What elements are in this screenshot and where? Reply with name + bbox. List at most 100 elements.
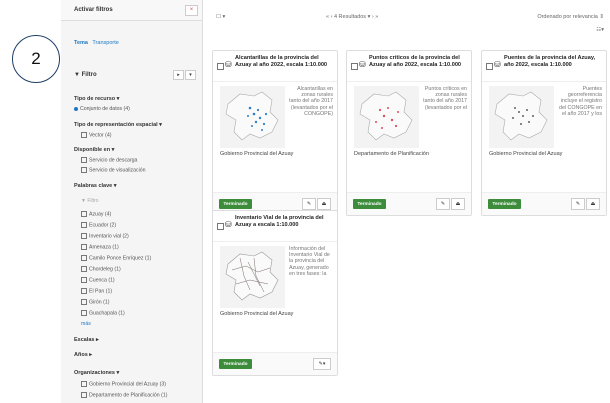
- filter-collapse-button[interactable]: ▾: [185, 70, 196, 80]
- keyword-option[interactable]: Inventario vial (2): [81, 233, 129, 239]
- keyword-option[interactable]: Guachapala (1): [81, 310, 125, 316]
- option-conjunto-datos[interactable]: Conjunto de datos (4): [74, 106, 130, 112]
- card-organization: Gobierno Provincial del Azuay: [220, 311, 294, 317]
- section-organizaciones[interactable]: Organizaciones ▾: [74, 370, 119, 376]
- filter-expand-button[interactable]: ▸: [173, 70, 184, 80]
- more-keywords-link[interactable]: más: [81, 321, 91, 327]
- section-disponible[interactable]: Disponible en ▾: [74, 147, 114, 153]
- tab-transporte[interactable]: Transporte: [92, 40, 118, 46]
- sidebar-header: Activar filtros ×: [61, 0, 202, 21]
- filter-header: ▼ Filtro: [74, 72, 97, 78]
- checkbox-icon: [81, 299, 87, 305]
- status-badge: Terminado: [353, 199, 386, 209]
- checkbox-icon: [81, 255, 87, 261]
- status-badge: Terminado: [219, 199, 252, 209]
- filter-sidebar: Activar filtros × Tema Transporte ▼ Filt…: [61, 0, 203, 403]
- card-organization: Departamento de Planificación: [354, 151, 429, 157]
- results-toolbar: ☐ ▾ « ‹ 4 Resultados ▾ › » Ordenado por …: [211, 14, 606, 33]
- result-card[interactable]: ⛁ Inventario Vial de la provincia del Az…: [212, 210, 338, 376]
- card-title[interactable]: Puntos críticos de la provincia del Azua…: [369, 55, 469, 68]
- download-button[interactable]: ⏏: [586, 198, 600, 210]
- card-checkbox[interactable]: [486, 63, 493, 70]
- map-thumbnail[interactable]: [220, 86, 285, 148]
- checkbox-icon: [81, 167, 87, 173]
- section-tipo-recurso[interactable]: Tipo de recurso ▾: [74, 96, 119, 102]
- close-filters-button[interactable]: ×: [185, 4, 198, 16]
- section-representacion[interactable]: Tipo de representación espacial ▾: [74, 122, 162, 128]
- sort-order-dropdown[interactable]: Ordenado por relevancia ⇕: [537, 14, 604, 20]
- option-vector[interactable]: Vector (4): [81, 132, 112, 138]
- card-organization: Gobierno Provincial del Azuay: [220, 151, 294, 157]
- keyword-option[interactable]: Camilo Ponce Enríquez (1): [81, 255, 151, 261]
- radio-selected-icon: [74, 106, 78, 111]
- sidebar-title: Activar filtros: [74, 7, 113, 13]
- edit-dropdown-button[interactable]: ✎▾: [313, 358, 331, 370]
- result-card[interactable]: ⛁ Puentes de la provincia del Azuay, año…: [481, 50, 607, 216]
- organization-option[interactable]: Gobierno Provincial del Azuay (3): [81, 381, 166, 387]
- section-palabras-clave[interactable]: Palabras clave ▾: [74, 183, 117, 189]
- checkbox-icon: [81, 266, 87, 272]
- keyword-option[interactable]: El Pan (1): [81, 288, 112, 294]
- card-header: ⛁ Puentes de la provincia del Azuay, año…: [482, 51, 606, 82]
- grid-view-icon[interactable]: ☷▾: [596, 27, 604, 33]
- keyword-option[interactable]: Chordeleg (1): [81, 266, 121, 272]
- download-button[interactable]: ⏏: [317, 198, 331, 210]
- card-header: ⛁ Puntos críticos de la provincia del Az…: [347, 51, 471, 82]
- database-icon: ⛁: [494, 60, 501, 69]
- annotation-number-circle: 2: [12, 35, 60, 83]
- card-description: Puentes georreferencia incluye el regist…: [559, 86, 602, 117]
- map-thumbnail[interactable]: [489, 86, 554, 148]
- filter-icon: ▼: [74, 72, 82, 78]
- checkbox-icon: [81, 288, 87, 294]
- checkbox-icon: [81, 381, 87, 387]
- card-title[interactable]: Alcantarillas de la provincia del Azuay …: [235, 55, 335, 68]
- card-checkbox[interactable]: [351, 63, 358, 70]
- section-anos[interactable]: Años ▸: [74, 352, 92, 358]
- checkbox-icon: [81, 310, 87, 316]
- card-description: Alcantarillas en zonas rurales tanto del…: [289, 86, 333, 117]
- filter-header-row: ▼ Filtro ▸ ▾: [74, 70, 196, 80]
- edit-button[interactable]: ✎: [302, 198, 316, 210]
- tab-tema[interactable]: Tema: [74, 40, 88, 46]
- card-organization: Gobierno Provincial del Azuay: [489, 151, 563, 157]
- keyword-option[interactable]: Girón (1): [81, 299, 109, 305]
- checkbox-icon: [81, 211, 87, 217]
- organization-option[interactable]: Departamento de Planificación (1): [81, 392, 167, 398]
- database-icon: ⛁: [225, 60, 232, 69]
- database-icon: ⛁: [225, 220, 232, 229]
- keyword-option[interactable]: Cuenca (1): [81, 277, 115, 283]
- edit-button[interactable]: ✎: [571, 198, 585, 210]
- select-all-dropdown[interactable]: ☐ ▾: [216, 14, 225, 20]
- card-header: ⛁ Alcantarillas de la provincia del Azua…: [213, 51, 337, 82]
- keyword-option[interactable]: Azuay (4): [81, 211, 111, 217]
- card-footer: Terminado ✎ ⏏: [482, 192, 606, 215]
- card-checkbox[interactable]: [217, 223, 224, 230]
- result-card[interactable]: ⛁ Alcantarillas de la provincia del Azua…: [212, 50, 338, 216]
- status-badge: Terminado: [488, 199, 521, 209]
- status-badge: Terminado: [219, 359, 252, 369]
- card-checkbox[interactable]: [217, 63, 224, 70]
- edit-button[interactable]: ✎: [436, 198, 450, 210]
- database-icon: ⛁: [359, 60, 366, 69]
- keyword-option[interactable]: Ecuador (2): [81, 222, 116, 228]
- map-thumbnail[interactable]: [220, 246, 285, 308]
- card-title[interactable]: Inventario Vial de la provincia del Azua…: [235, 215, 335, 228]
- card-footer: Terminado ✎ ⏏: [347, 192, 471, 215]
- download-button[interactable]: ⏏: [451, 198, 465, 210]
- checkbox-icon: [81, 277, 87, 283]
- checkbox-icon: [81, 244, 87, 250]
- card-footer: Terminado ✎▾: [213, 352, 337, 375]
- pagination[interactable]: « ‹ 4 Resultados ▾ › »: [326, 14, 378, 20]
- option-servicio-visualizacion[interactable]: Servicio de visualización: [81, 167, 146, 173]
- result-card[interactable]: ⛁ Puntos críticos de la provincia del Az…: [346, 50, 472, 216]
- option-servicio-descarga[interactable]: Servicio de descarga: [81, 157, 137, 163]
- keyword-filter-input[interactable]: ▼ Filtro: [81, 198, 98, 204]
- checkbox-icon: [81, 157, 87, 163]
- section-escalas[interactable]: Escalas ▸: [74, 337, 99, 343]
- sidebar-tabs: Tema Transporte: [74, 40, 122, 46]
- card-title[interactable]: Puentes de la provincia del Azuay, año 2…: [504, 55, 604, 68]
- card-description: Puntos críticos en zonas rurales tanto d…: [423, 86, 467, 111]
- card-header: ⛁ Inventario Vial de la provincia del Az…: [213, 211, 337, 242]
- keyword-option[interactable]: Amenaza (1): [81, 244, 119, 250]
- map-thumbnail[interactable]: [354, 86, 419, 148]
